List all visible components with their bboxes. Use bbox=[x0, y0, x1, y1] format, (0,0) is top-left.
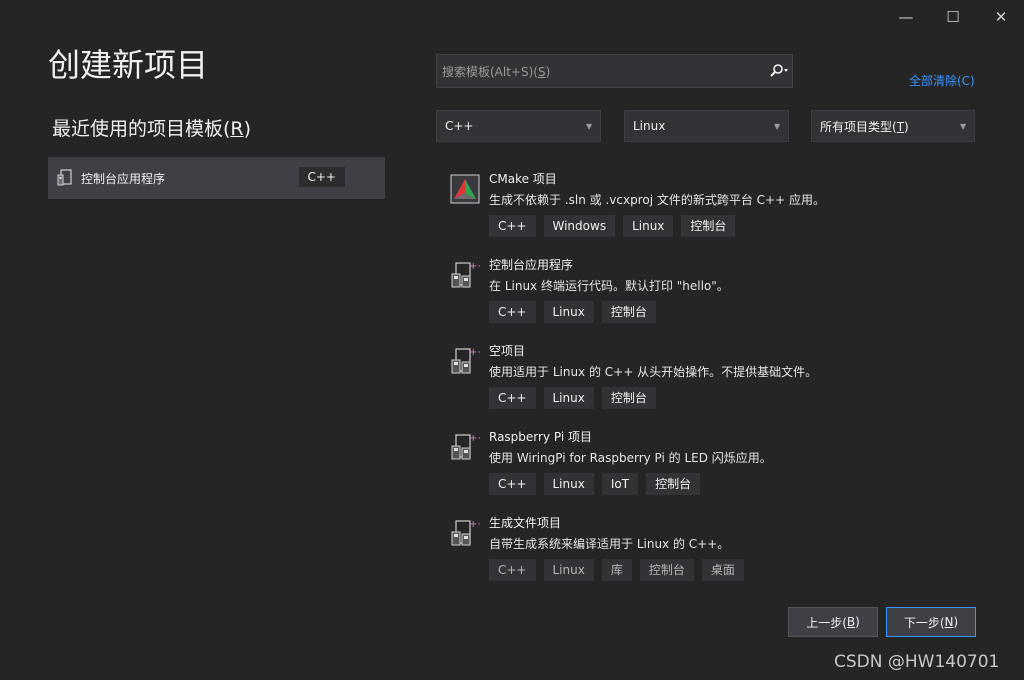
template-item[interactable]: CMake 项目生成不依赖于 .sln 或 .vcxproj 文件的新式跨平台 … bbox=[438, 170, 978, 252]
next-button[interactable]: 下一步(N) bbox=[886, 607, 976, 637]
svg-text:++: ++ bbox=[469, 519, 480, 530]
linux-console-icon: ++ bbox=[450, 346, 486, 376]
recent-item-label: 控制台应用程序 bbox=[81, 171, 166, 186]
linux-console-icon: ++ bbox=[450, 518, 486, 548]
template-tag: 控制台 bbox=[639, 559, 694, 581]
template-name: CMake 项目 bbox=[489, 172, 557, 186]
maximize-icon: ☐ bbox=[946, 8, 960, 26]
template-name: 空项目 bbox=[489, 344, 526, 358]
minimize-icon: — bbox=[898, 8, 914, 26]
console-app-icon bbox=[57, 169, 72, 186]
template-description: 在 Linux 终端运行代码。默认打印 "hello"。 bbox=[489, 279, 729, 293]
template-tags: C++ Windows Linux 控制台 bbox=[489, 215, 736, 237]
search-icon[interactable] bbox=[766, 64, 792, 78]
project-type-filter-value: 所有项目类型(T) bbox=[820, 119, 909, 134]
template-name: Raspberry Pi 项目 bbox=[489, 430, 592, 444]
template-tag: 控制台 bbox=[601, 301, 656, 323]
template-tag: Linux bbox=[543, 559, 594, 581]
search-placeholder: 搜索模板(Alt+S)(S) bbox=[442, 64, 551, 79]
template-description: 生成不依赖于 .sln 或 .vcxproj 文件的新式跨平台 C++ 应用。 bbox=[489, 193, 825, 207]
recent-templates-heading: 最近使用的项目模板(R) bbox=[52, 118, 252, 140]
close-button[interactable]: ✕ bbox=[984, 4, 1018, 30]
clear-all-link[interactable]: 全部清除(C) bbox=[909, 72, 975, 89]
template-description: 使用 WiringPi for Raspberry Pi 的 LED 闪烁应用。 bbox=[489, 451, 772, 465]
template-name: 控制台应用程序 bbox=[489, 258, 574, 272]
template-tags: C++ Linux 控制台 bbox=[489, 387, 656, 409]
linux-console-icon: ++ bbox=[450, 432, 486, 462]
template-description: 使用适用于 Linux 的 C++ 从头开始操作。不提供基础文件。 bbox=[489, 365, 818, 379]
template-item[interactable]: ++ 控制台应用程序在 Linux 终端运行代码。默认打印 "hello"。 C++… bbox=[438, 256, 978, 338]
template-item[interactable]: ++ Raspberry Pi 项目使用 WiringPi for Raspber… bbox=[438, 428, 978, 510]
language-filter-dropdown[interactable]: C++ ▼ bbox=[436, 110, 601, 142]
template-tag: Linux bbox=[543, 301, 594, 323]
project-type-filter-dropdown[interactable]: 所有项目类型(T) ▼ bbox=[811, 110, 975, 142]
template-tag: C++ bbox=[489, 559, 536, 581]
cmake-icon bbox=[450, 174, 480, 204]
svg-text:++: ++ bbox=[469, 433, 480, 444]
template-tag: Linux bbox=[543, 473, 594, 495]
chevron-down-icon: ▼ bbox=[960, 121, 967, 131]
platform-filter-value: Linux bbox=[633, 119, 666, 133]
template-tag: Linux bbox=[543, 387, 594, 409]
back-button[interactable]: 上一步(B) bbox=[788, 607, 878, 637]
recent-item-language-tag: C++ bbox=[298, 167, 345, 187]
template-tag: Windows bbox=[543, 215, 616, 237]
svg-text:++: ++ bbox=[469, 261, 480, 272]
template-tag: 控制台 bbox=[681, 215, 736, 237]
search-input[interactable]: 搜索模板(Alt+S)(S) bbox=[436, 54, 793, 88]
template-name: 生成文件项目 bbox=[489, 516, 562, 530]
chevron-down-icon: ▼ bbox=[774, 121, 781, 131]
chevron-down-icon: ▼ bbox=[586, 121, 593, 131]
language-filter-value: C++ bbox=[445, 119, 474, 133]
template-tag: 桌面 bbox=[701, 559, 744, 581]
template-tags: C++ Linux 控制台 bbox=[489, 301, 656, 323]
template-tag: Linux bbox=[623, 215, 674, 237]
template-tag: 控制台 bbox=[646, 473, 701, 495]
template-tag: C++ bbox=[489, 387, 536, 409]
template-tag: 库 bbox=[601, 559, 632, 581]
watermark: CSDN @HW140701 bbox=[834, 652, 1000, 672]
linux-console-icon: ++ bbox=[450, 260, 486, 290]
template-item[interactable]: ++ 生成文件项目自带生成系统来编译适用于 Linux 的 C++。 C++ Linu… bbox=[438, 514, 978, 596]
template-tag: C++ bbox=[489, 215, 536, 237]
template-description: 自带生成系统来编译适用于 Linux 的 C++。 bbox=[489, 537, 730, 551]
template-tag: C++ bbox=[489, 473, 536, 495]
platform-filter-dropdown[interactable]: Linux ▼ bbox=[624, 110, 789, 142]
template-tag: C++ bbox=[489, 301, 536, 323]
page-title: 创建新项目 bbox=[48, 46, 209, 84]
svg-text:++: ++ bbox=[469, 347, 480, 358]
maximize-button[interactable]: ☐ bbox=[936, 4, 970, 30]
template-tags: C++ Linux 库控制台 桌面 bbox=[489, 559, 744, 581]
template-tag: IoT bbox=[601, 473, 639, 495]
recent-item-console-app[interactable]: 控制台应用程序 C++ bbox=[48, 157, 385, 199]
template-tag: 控制台 bbox=[601, 387, 656, 409]
close-icon: ✕ bbox=[994, 8, 1008, 26]
minimize-button[interactable]: — bbox=[889, 4, 923, 30]
template-tags: C++ Linux IoT 控制台 bbox=[489, 473, 701, 495]
template-item[interactable]: ++ 空项目使用适用于 Linux 的 C++ 从头开始操作。不提供基础文件。 C+… bbox=[438, 342, 978, 424]
